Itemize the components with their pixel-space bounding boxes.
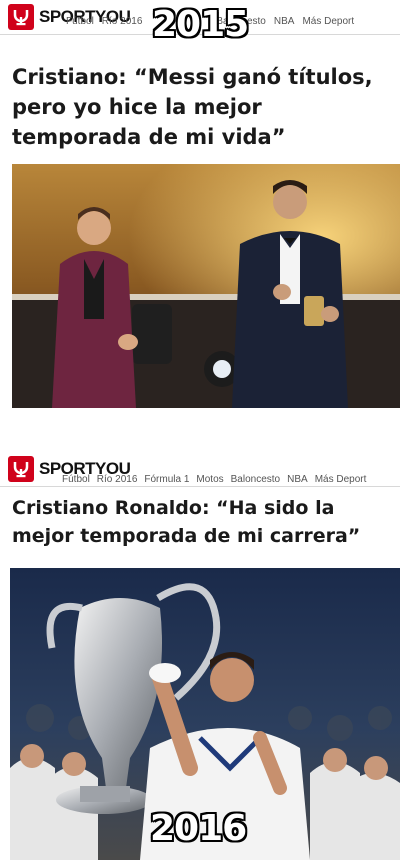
nav-item-rio-2016[interactable]: Río 2016 [102, 16, 143, 27]
gala-stage-image [12, 164, 400, 408]
nav-item-formula-1[interactable]: Fórmula 1 [144, 474, 189, 485]
nav-item-futbol[interactable]: Fútbol [62, 474, 90, 485]
nav-item-rio-2016[interactable]: Río 2016 [97, 474, 138, 485]
nav-item-mas-deportes[interactable]: Más Deport [302, 16, 354, 27]
nav-item-motos[interactable]: Motos [196, 474, 223, 485]
sportyou-logo-icon [8, 456, 34, 482]
article-photo [12, 164, 400, 408]
year-label: 2016 [150, 808, 247, 849]
top-article-panel: SPORTYOU Fútbol Río 2016 Baloncesto NBA … [0, 0, 400, 408]
article-headline[interactable]: Cristiano: “Messi ganó títulos, pero yo … [0, 62, 400, 152]
nav-item-nba[interactable]: NBA [287, 474, 308, 485]
year-label: 2015 [152, 4, 249, 45]
sportyou-logo-icon [8, 4, 34, 30]
article-headline[interactable]: Cristiano Ronaldo: “Ha sido la mejor tem… [0, 494, 400, 550]
nav-item-mas-deportes[interactable]: Más Deport [315, 474, 367, 485]
site-header: SPORTYOU Fútbol Río 2016 Fórmula 1 Motos… [0, 450, 400, 487]
nav-item-nba[interactable]: NBA [274, 16, 295, 27]
nav-item-baloncesto[interactable]: Baloncesto [231, 474, 280, 485]
nav-item-futbol[interactable]: Fútbol [66, 16, 94, 27]
main-nav: Fútbol Río 2016 Fórmula 1 Motos Balonces… [62, 474, 366, 485]
panel-divider [0, 408, 400, 450]
bottom-article-panel: SPORTYOU Fútbol Río 2016 Fórmula 1 Motos… [0, 450, 400, 860]
